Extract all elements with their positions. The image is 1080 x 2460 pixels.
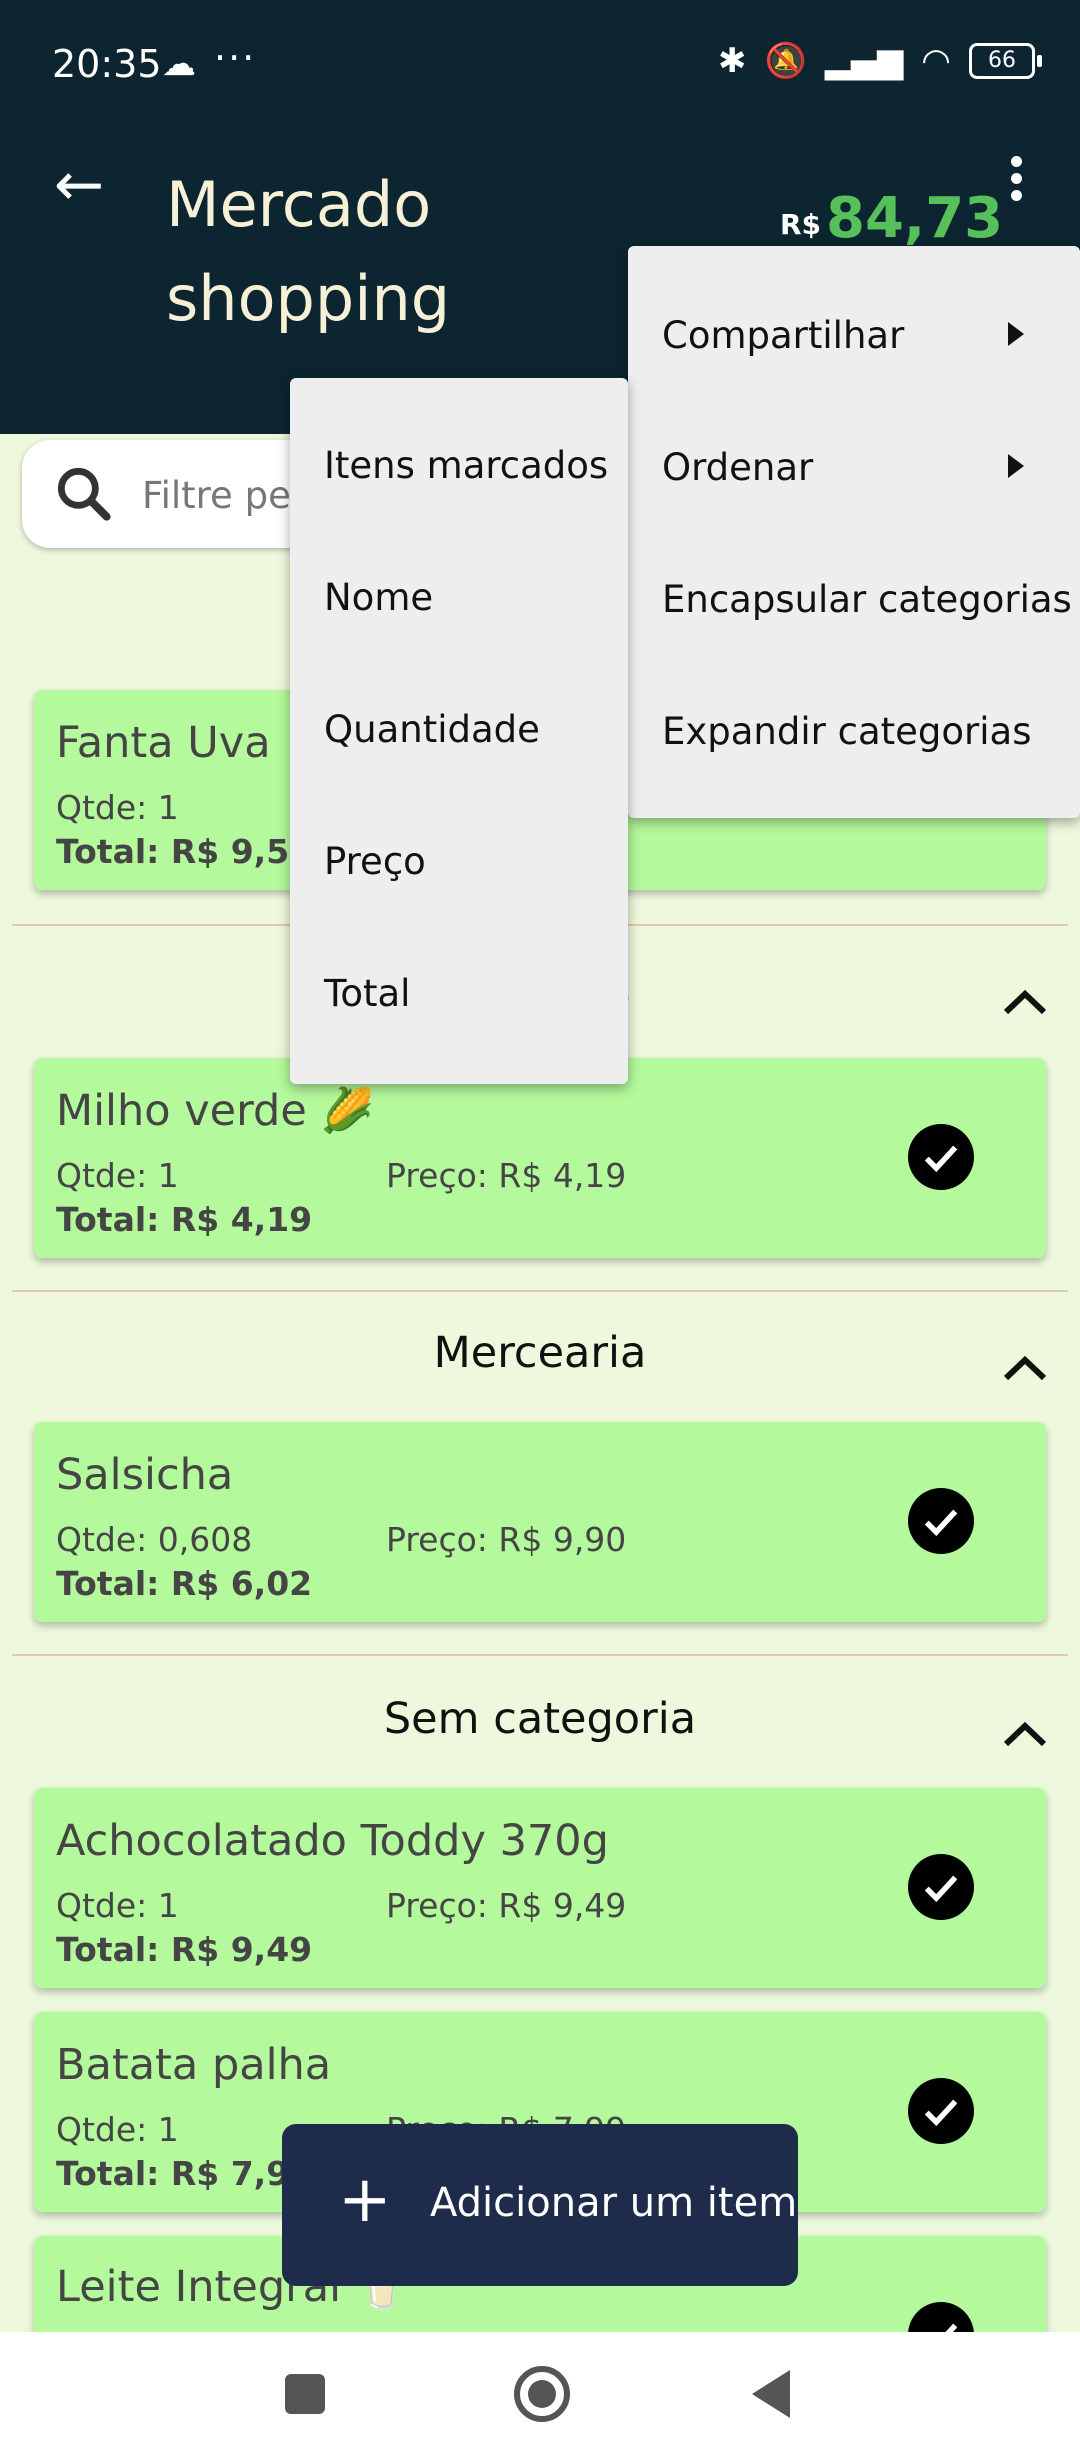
item-quantity: Qtde: 0,608 xyxy=(56,1520,253,1559)
status-time: 20:35 xyxy=(52,42,162,86)
more-notifications-icon: ··· xyxy=(214,36,257,80)
menu-item-expand-categories[interactable]: Expandir categorias xyxy=(662,710,1031,753)
list-item[interactable]: Achocolatado Toddy 370g Qtde: 1 Preço: R… xyxy=(34,1788,1046,1988)
sort-option-name[interactable]: Nome xyxy=(324,576,433,619)
divider xyxy=(12,1654,1068,1656)
item-name: Achocolatado Toddy 370g xyxy=(56,1816,609,1866)
divider xyxy=(12,1290,1068,1292)
checked-icon[interactable] xyxy=(908,1124,974,1190)
sort-option-quantity[interactable]: Quantidade xyxy=(324,708,540,751)
list-item[interactable]: Milho verde 🌽 Qtde: 1 Preço: R$ 4,19 Tot… xyxy=(34,1058,1046,1258)
silent-icon: 🔕 xyxy=(764,41,807,81)
item-total: Total: R$ 9,59 xyxy=(56,832,313,871)
item-total: Total: R$ 6,02 xyxy=(56,1564,313,1603)
wifi-icon: ◠ xyxy=(921,41,951,81)
item-price: Preço: R$ 9,90 xyxy=(386,1520,627,1559)
item-name: Batata palha xyxy=(56,2040,332,2090)
menu-item-collapse-categories[interactable]: Encapsular categorias xyxy=(662,578,1072,621)
overflow-menu: Compartilhar Ordenar Encapsular categori… xyxy=(628,246,1080,818)
home-icon[interactable] xyxy=(514,2366,570,2422)
sort-option-total[interactable]: Total xyxy=(324,972,410,1015)
item-quantity: Qtde: 1 xyxy=(56,1156,179,1195)
battery-icon: 66 xyxy=(968,43,1042,79)
add-item-button[interactable]: + Adicionar um item xyxy=(282,2124,798,2286)
search-icon xyxy=(57,467,111,521)
page-title: Mercado shopping xyxy=(166,168,451,335)
item-name: Milho verde 🌽 xyxy=(56,1086,375,1136)
item-total: Total: R$ 7,99 xyxy=(56,2154,313,2193)
recent-apps-icon[interactable] xyxy=(285,2374,325,2414)
category-title: Mercearia xyxy=(433,1328,647,1378)
submenu-arrow-icon xyxy=(1008,322,1024,346)
sort-option-checked-items[interactable]: Itens marcados xyxy=(324,444,608,487)
currency-label: R$ xyxy=(780,208,822,241)
add-item-label: Adicionar um item xyxy=(430,2180,798,2226)
plus-icon: + xyxy=(338,2163,392,2237)
item-quantity: Qtde: 1 xyxy=(56,2110,179,2149)
sort-submenu: Itens marcados Nome Quantidade Preço Tot… xyxy=(290,378,628,1084)
status-icons: ✱ 🔕 ▂▄▆ ◠ 66 xyxy=(718,38,1042,84)
chevron-up-icon[interactable] xyxy=(1000,1352,1050,1382)
item-quantity: Qtde: 1 xyxy=(56,1886,179,1925)
chevron-up-icon[interactable] xyxy=(1000,1718,1050,1748)
item-quantity: Qtde: 1 xyxy=(56,788,179,827)
item-price: Preço: R$ 4,19 xyxy=(386,1156,627,1195)
sort-option-price[interactable]: Preço xyxy=(324,840,426,883)
chevron-up-icon[interactable] xyxy=(1000,986,1050,1016)
system-nav-bar xyxy=(0,2332,1080,2460)
item-price: Preço: R$ 9,49 xyxy=(386,1886,627,1925)
menu-item-sort[interactable]: Ordenar xyxy=(662,446,813,489)
category-title: Sem categoria xyxy=(383,1694,697,1744)
back-icon[interactable] xyxy=(752,2370,790,2418)
menu-item-share[interactable]: Compartilhar xyxy=(662,314,904,357)
list-item[interactable]: Salsicha Qtde: 0,608 Preço: R$ 9,90 Tota… xyxy=(34,1422,1046,1622)
checked-icon[interactable] xyxy=(908,2078,974,2144)
item-name: Fanta Uva xyxy=(56,718,271,768)
list-total: 84,73 xyxy=(826,186,1004,251)
bluetooth-icon: ✱ xyxy=(718,41,747,81)
more-options-icon[interactable] xyxy=(996,150,1036,220)
item-total: Total: R$ 9,49 xyxy=(56,1930,313,1969)
signal-icon: ▂▄▆ xyxy=(824,41,904,81)
cloud-icon: ☁ xyxy=(162,44,196,84)
item-name: Salsicha xyxy=(56,1450,234,1500)
checked-icon[interactable] xyxy=(908,1488,974,1554)
checked-icon[interactable] xyxy=(908,1854,974,1920)
back-arrow-icon[interactable]: ← xyxy=(44,150,114,220)
submenu-arrow-icon xyxy=(1008,454,1024,478)
item-total: Total: R$ 4,19 xyxy=(56,1200,313,1239)
